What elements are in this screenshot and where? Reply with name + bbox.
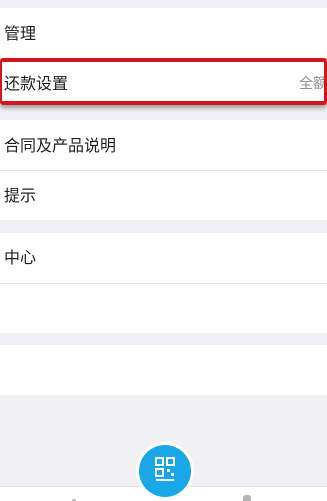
menu-row-unlabeled-2[interactable] (0, 345, 327, 395)
menu-row-contract-label: 合同及产品说明 (4, 136, 117, 155)
menu-row-repayment-settings[interactable]: 还款设置 全额 (0, 59, 327, 105)
menu-row-center-label: 中心 (4, 248, 37, 267)
scan-icon (155, 457, 175, 481)
menu-row-tips-label: 提示 (4, 186, 37, 205)
menu-row-center[interactable]: 中心 (0, 233, 327, 283)
scan-button[interactable] (139, 445, 191, 497)
menu-row-management-label: 管理 (4, 24, 37, 43)
menu-row-management[interactable]: 管理 (0, 8, 327, 58)
menu-row-repayment-settings-value: 全额 (299, 76, 327, 92)
menu-row-tips[interactable]: 提示 (0, 171, 327, 220)
tab-icon-profile[interactable] (243, 495, 251, 501)
settings-screen: 管理 还款设置 全额 合同及产品说明 提示 中心 (0, 0, 327, 501)
menu-row-unlabeled-1[interactable] (0, 284, 327, 333)
menu-row-repayment-settings-label: 还款设置 (4, 74, 69, 93)
top-spacer (0, 0, 327, 8)
menu-row-contract[interactable]: 合同及产品说明 (0, 120, 327, 170)
